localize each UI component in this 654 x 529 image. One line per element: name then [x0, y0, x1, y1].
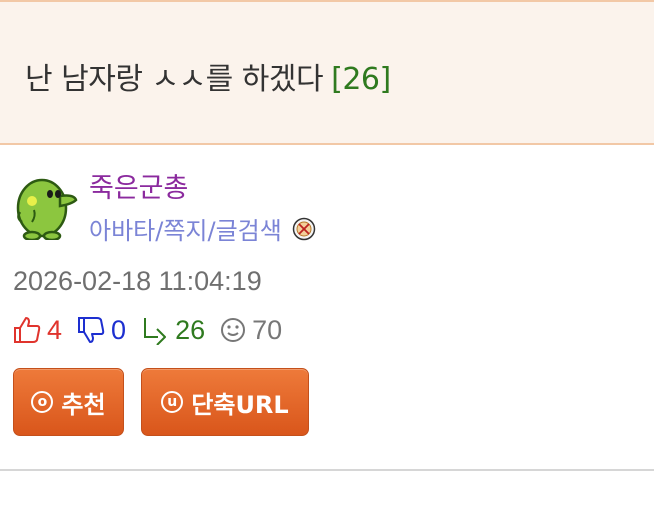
section-divider [0, 469, 654, 471]
avatar[interactable] [12, 168, 78, 242]
reply-arrow-icon [144, 318, 167, 345]
short-url-button[interactable]: u 단축URL [141, 368, 309, 436]
short-url-label: 단축URL [191, 390, 289, 419]
recommend-button[interactable]: o 추천 [13, 368, 124, 436]
no-entry-icon[interactable] [292, 217, 316, 241]
downvote-stat[interactable]: 0 [76, 315, 126, 346]
author-nickname[interactable]: 죽은군총 [89, 166, 188, 205]
reply-stat[interactable]: 26 [140, 315, 205, 346]
smiley-icon [221, 318, 246, 342]
post-title-text: 난 남자랑 ㅅㅅ를 하겠다 [25, 62, 324, 97]
upvote-stat[interactable]: 4 [12, 315, 62, 346]
thumbs-up-icon [14, 317, 41, 343]
green-creature-avatar-icon [16, 178, 78, 242]
view-stat: 70 [219, 315, 282, 346]
author-links: 아바타/쪽지/글검색 [89, 211, 316, 246]
downvote-count: 0 [111, 314, 127, 345]
post-timestamp: 2026-02-18 11:04:19 [13, 266, 262, 296]
short-url-circle-icon: u [161, 391, 184, 413]
comment-count[interactable]: [26] [331, 62, 391, 97]
recommend-circle-icon: o [31, 391, 54, 413]
author-links-text[interactable]: 아바타/쪽지/글검색 [89, 211, 282, 246]
view-count: 70 [252, 314, 283, 345]
post-title: 난 남자랑 ㅅㅅ를 하겠다 [26] [25, 54, 391, 98]
post-stats: 4 0 26 70 [12, 313, 296, 347]
post-title-bar: 난 남자랑 ㅅㅅ를 하겠다 [26] [0, 0, 654, 145]
reply-count: 26 [175, 314, 206, 345]
recommend-label: 추천 [61, 390, 106, 419]
thumbs-down-icon [78, 317, 105, 343]
upvote-count: 4 [47, 314, 63, 345]
